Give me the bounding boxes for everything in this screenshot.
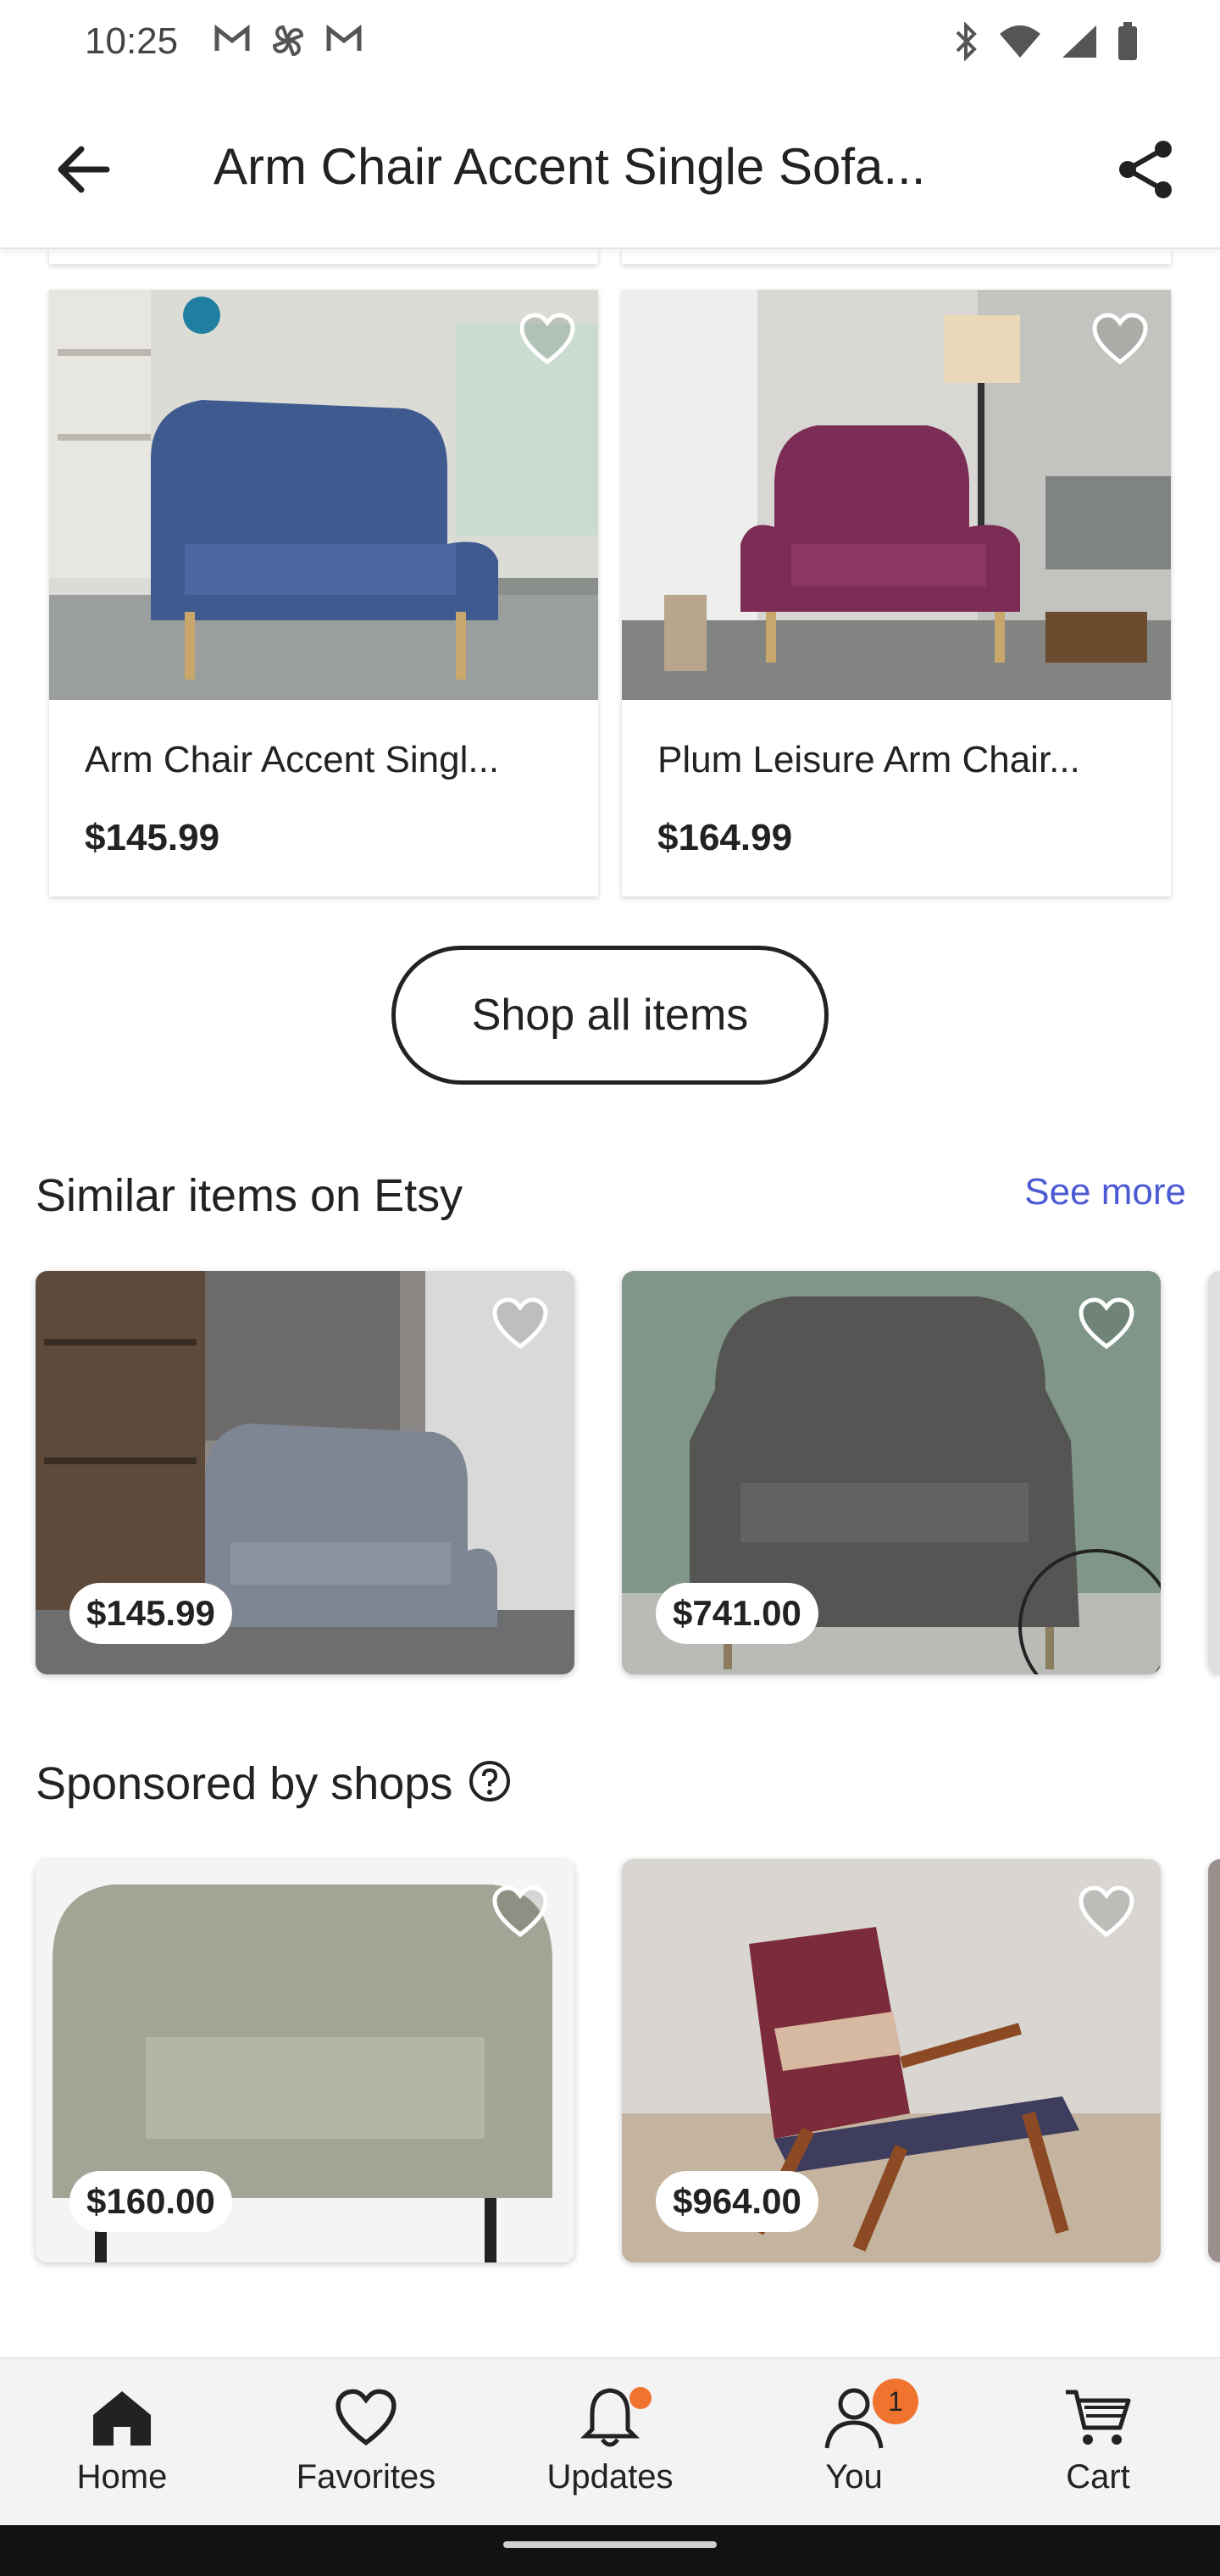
sponsored-item-tile[interactable]: $964.00: [622, 1859, 1161, 2262]
price-badge: $741.00: [656, 1583, 818, 1644]
nav-home[interactable]: Home: [0, 2358, 244, 2526]
nav-label: Cart: [1066, 2458, 1130, 2496]
item-title: Plum Leisure Arm Chair...: [657, 739, 1080, 780]
gmail-icon: [325, 22, 363, 69]
battery-icon: [1117, 22, 1139, 71]
favorite-button[interactable]: [486, 1878, 554, 1946]
favorite-button[interactable]: [1073, 1290, 1140, 1357]
home-gesture-handle[interactable]: [503, 2541, 717, 2548]
notification-icons: [214, 22, 363, 69]
pinwheel-icon: [269, 22, 307, 69]
favorite-button[interactable]: [515, 307, 580, 371]
heart-icon: [1092, 313, 1148, 365]
heart-icon: [1079, 1297, 1134, 1350]
back-button[interactable]: [49, 129, 117, 210]
sponsored-heading: Sponsored by shops: [36, 1757, 512, 1814]
gmail-icon: [214, 22, 251, 69]
signal-icon: [1061, 24, 1098, 69]
share-button[interactable]: [1105, 129, 1186, 210]
nav-you[interactable]: 1 You: [732, 2358, 976, 2526]
favorite-button[interactable]: [1088, 307, 1152, 371]
app-bar: Arm Chair Accent Single Sofa...: [0, 88, 1220, 249]
similar-items-heading: Similar items on Etsy: [36, 1170, 463, 1221]
notification-count-badge: 1: [873, 2379, 918, 2424]
item-title: Arm Chair Accent Singl...: [85, 739, 500, 780]
price-badge: $145.99: [69, 1583, 232, 1644]
price-badge: $160.00: [69, 2171, 232, 2232]
nav-favorites[interactable]: Favorites: [244, 2358, 488, 2526]
shop-all-items-button[interactable]: Shop all items: [391, 946, 829, 1085]
system-navigation-bar: [0, 2525, 1220, 2576]
heart-icon: [492, 1885, 548, 1938]
nav-label: Updates: [546, 2458, 674, 2496]
home-icon: [90, 2384, 154, 2451]
nav-label: You: [825, 2458, 883, 2496]
shop-item-card[interactable]: Plum Leisure Arm Chair... $164.99: [622, 290, 1171, 897]
heart-icon: [519, 313, 575, 365]
status-bar: 10:25: [0, 0, 1220, 88]
price-badge: $964.00: [656, 2171, 818, 2232]
status-time: 10:25: [85, 20, 179, 62]
bottom-navigation: Home Favorites Updates 1 You Cart: [0, 2357, 1220, 2525]
bell-icon: [580, 2384, 652, 2451]
system-icons: [954, 21, 1139, 71]
favorite-button[interactable]: [486, 1290, 554, 1357]
partial-card: [622, 249, 1171, 264]
item-price: $145.99: [85, 817, 220, 858]
similar-item-tile[interactable]: $145.99: [36, 1271, 574, 1674]
shop-item-card[interactable]: Arm Chair Accent Singl... $145.99: [49, 290, 598, 897]
cart-icon: [1064, 2384, 1132, 2451]
heart-icon: [1079, 1885, 1134, 1938]
bluetooth-icon: [954, 21, 979, 71]
item-price: $164.99: [657, 817, 793, 858]
heart-icon: [492, 1297, 548, 1350]
sponsored-item-tile[interactable]: $160.00: [36, 1859, 574, 2262]
arrow-left-icon: [58, 146, 110, 193]
next-tile-peek: [1208, 1859, 1220, 2262]
favorite-button[interactable]: [1073, 1878, 1140, 1946]
page-title: Arm Chair Accent Single Sofa...: [214, 138, 926, 195]
nav-label: Favorites: [296, 2458, 436, 2496]
nav-label: Home: [76, 2458, 168, 2496]
notification-dot: [629, 2387, 652, 2409]
person-icon: 1: [824, 2379, 918, 2451]
sponsored-heading-text: Sponsored by shops: [36, 1758, 453, 1809]
share-icon: [1119, 141, 1172, 198]
nav-cart[interactable]: Cart: [976, 2358, 1220, 2526]
next-tile-peek: [1208, 1271, 1220, 1674]
heart-icon: [334, 2384, 398, 2451]
help-icon[interactable]: [468, 1759, 512, 1814]
similar-item-tile[interactable]: $741.00: [622, 1271, 1161, 1674]
nav-updates[interactable]: Updates: [488, 2358, 732, 2526]
wifi-icon: [998, 24, 1042, 69]
see-more-link[interactable]: See more: [1024, 1171, 1186, 1213]
partial-card: [49, 249, 598, 264]
